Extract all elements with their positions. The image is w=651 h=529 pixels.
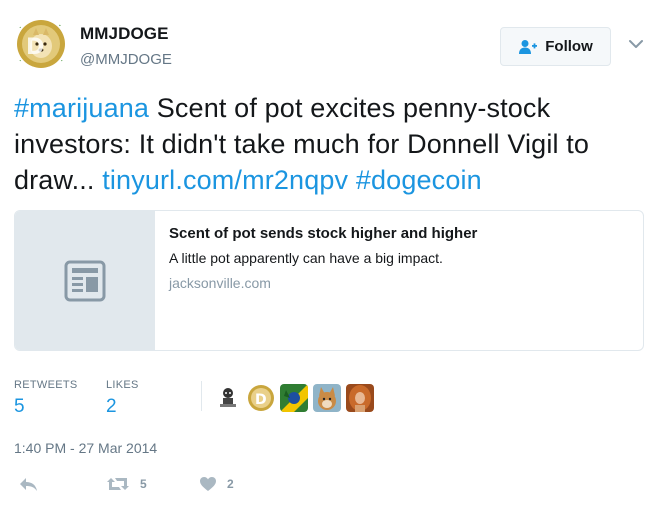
hashtag-marijuana[interactable]: #marijuana <box>14 93 149 123</box>
link-preview-card[interactable]: Scent of pot sends stock higher and high… <box>14 210 644 351</box>
hashtag-dogecoin[interactable]: #dogecoin <box>356 165 482 195</box>
display-name[interactable]: MMJDOGE <box>80 24 169 44</box>
card-body: Scent of pot sends stock higher and high… <box>155 211 491 350</box>
svg-text:D: D <box>255 392 267 408</box>
doge-coin-icon: D <box>14 17 68 71</box>
retweet-button[interactable]: 5 <box>106 476 147 492</box>
card-domain: jacksonville.com <box>169 275 271 291</box>
tweet-menu-button[interactable] <box>627 37 645 51</box>
heart-icon <box>200 477 216 491</box>
tweet-text: #marijuana Scent of pot excites penny-st… <box>14 90 644 198</box>
chevron-down-icon <box>629 40 643 48</box>
like-count: 2 <box>227 477 234 491</box>
add-user-icon <box>519 39 538 54</box>
liker-avatar-person[interactable] <box>346 384 374 412</box>
follow-button[interactable]: Follow <box>500 27 611 66</box>
liker-avatar-1[interactable] <box>214 384 242 412</box>
liker-avatar-shiba[interactable] <box>313 384 341 412</box>
retweets-label: RETWEETS <box>14 379 78 391</box>
likes-stat[interactable]: LIKES 2 <box>106 379 139 418</box>
tweet: D MMJDOGE @MMJDOGE Follow #marijuana Sce… <box>0 0 651 529</box>
likes-label: LIKES <box>106 379 139 391</box>
card-thumbnail <box>15 211 155 350</box>
timestamp[interactable]: 1:40 PM - 27 Mar 2014 <box>14 440 157 456</box>
likes-count: 2 <box>106 396 117 417</box>
like-button[interactable]: 2 <box>199 476 234 492</box>
article-icon <box>64 260 105 301</box>
reply-button[interactable] <box>18 476 38 492</box>
card-description: A little pot apparently can have a big i… <box>169 250 443 266</box>
retweets-count: 5 <box>14 396 25 417</box>
tweet-spacer <box>348 165 356 195</box>
svg-text:D: D <box>26 35 44 60</box>
stats-divider <box>201 381 202 411</box>
follow-button-label: Follow <box>545 38 593 55</box>
liker-avatar-leaf[interactable] <box>280 384 308 412</box>
liker-avatar-doge[interactable]: D <box>247 384 275 412</box>
retweet-icon <box>107 478 129 490</box>
tweet-link[interactable]: tinyurl.com/mr2nqpv <box>102 165 348 195</box>
user-handle[interactable]: @MMJDOGE <box>80 51 172 68</box>
card-title: Scent of pot sends stock higher and high… <box>169 225 478 242</box>
retweet-count: 5 <box>140 477 147 491</box>
reply-icon <box>20 478 37 491</box>
likers-list: D <box>214 384 374 412</box>
avatar[interactable]: D <box>14 17 68 71</box>
retweets-stat[interactable]: RETWEETS 5 <box>14 379 78 418</box>
